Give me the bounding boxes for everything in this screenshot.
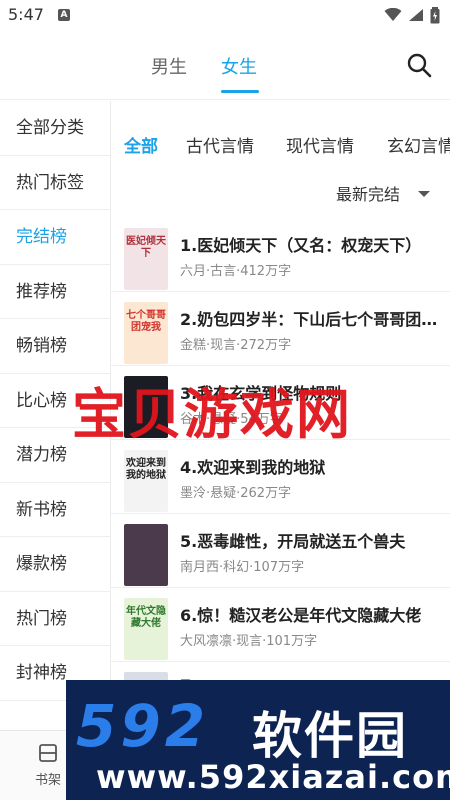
top-tab-bar: 男生 女生 — [0, 32, 450, 100]
chevron-down-icon[interactable] — [418, 191, 430, 197]
category-all[interactable]: 全部 — [124, 132, 158, 157]
book-cover[interactable]: 年代文隐藏大佬 — [124, 598, 168, 660]
book-title[interactable]: 4.欢迎来到我的地狱 — [180, 454, 442, 478]
book-title[interactable]: 2.奶包四岁半：下山后七个哥哥团宠我 — [180, 306, 442, 330]
watermark-text: 宝贝游戏网 — [72, 383, 352, 446]
book-meta: 金糕·现言·272万字 — [180, 338, 292, 353]
active-tab-indicator — [221, 90, 259, 93]
category-filter-bar: 全部 古代言情 现代言情 玄幻言情 — [111, 128, 450, 162]
category-fantasy-romance[interactable]: 玄幻言情 — [387, 132, 450, 157]
nav-bookshelf[interactable]: 书架 — [28, 743, 68, 788]
signal-icon — [409, 9, 423, 21]
book-cover[interactable]: 欢迎来到我的地狱 — [124, 450, 168, 512]
battery-icon — [430, 6, 440, 23]
book-cover[interactable]: 七个哥哥团宠我 — [124, 302, 168, 364]
sidebar-item-hot-tags[interactable]: 热门标签 — [0, 156, 110, 210]
book-title[interactable]: 1.医妃倾天下（又名：权宠天下） — [180, 232, 442, 256]
bookshelf-icon — [39, 744, 57, 762]
tab-male[interactable]: 男生 — [151, 53, 187, 79]
sidebar-item-recommended[interactable]: 推荐榜 — [0, 265, 110, 319]
wifi-icon — [384, 8, 402, 21]
book-cover[interactable] — [124, 524, 168, 586]
category-ancient-romance[interactable]: 古代言情 — [186, 132, 254, 157]
sidebar-item-completed[interactable]: 完结榜 — [0, 210, 110, 265]
book-row[interactable]: 七个哥哥团宠我 2.奶包四岁半：下山后七个哥哥团宠我 金糕·现言·272万字 — [111, 292, 450, 366]
status-time: 5:47 — [8, 5, 44, 24]
book-row[interactable]: 欢迎来到我的地狱 4.欢迎来到我的地狱 墨泠·悬疑·262万字 — [111, 440, 450, 514]
book-title[interactable]: 6.惊！糙汉老公是年代文隐藏大佬 — [180, 602, 442, 626]
notification-a-icon: A — [58, 9, 70, 21]
search-icon[interactable] — [406, 52, 432, 78]
sort-dropdown[interactable]: 最新完结 — [336, 181, 400, 205]
book-title[interactable]: 5.恶毒雌性，开局就送五个兽夫 — [180, 528, 442, 552]
watermark-url: www.592xiazai.com — [96, 758, 450, 796]
category-modern-romance[interactable]: 现代言情 — [286, 132, 354, 157]
sidebar-item-new-books[interactable]: 新书榜 — [0, 483, 110, 537]
sidebar-item-viral[interactable]: 爆款榜 — [0, 537, 110, 592]
book-row[interactable]: 年代文隐藏大佬 6.惊！糙汉老公是年代文隐藏大佬 大风凛凛·现言·101万字 — [111, 588, 450, 662]
status-bar: 5:47 A — [0, 0, 450, 32]
book-meta: 墨泠·悬疑·262万字 — [180, 486, 292, 501]
book-meta: 南月西·科幻·107万字 — [180, 560, 305, 575]
sidebar-item-hot[interactable]: 热门榜 — [0, 592, 110, 646]
book-row[interactable]: 5.恶毒雌性，开局就送五个兽夫 南月西·科幻·107万字 — [111, 514, 450, 588]
book-list: 医妃倾天下 1.医妃倾天下（又名：权宠天下） 六月·古言·412万字 七个哥哥团… — [111, 218, 450, 736]
nav-bookshelf-label: 书架 — [34, 773, 61, 788]
book-cover[interactable]: 医妃倾天下 — [124, 228, 168, 290]
site-watermark-banner: 592 软件园 www.592xiazai.com — [66, 680, 450, 800]
book-meta: 大风凛凛·现言·101万字 — [180, 634, 318, 649]
book-row[interactable]: 医妃倾天下 1.医妃倾天下（又名：权宠天下） 六月·古言·412万字 — [111, 218, 450, 292]
sidebar-item-bestseller[interactable]: 畅销榜 — [0, 319, 110, 374]
watermark-logo-number: 592 — [76, 692, 210, 760]
sidebar-item-all-categories[interactable]: 全部分类 — [0, 101, 110, 156]
book-meta: 六月·古言·412万字 — [180, 264, 292, 279]
tab-female[interactable]: 女生 — [221, 53, 257, 79]
